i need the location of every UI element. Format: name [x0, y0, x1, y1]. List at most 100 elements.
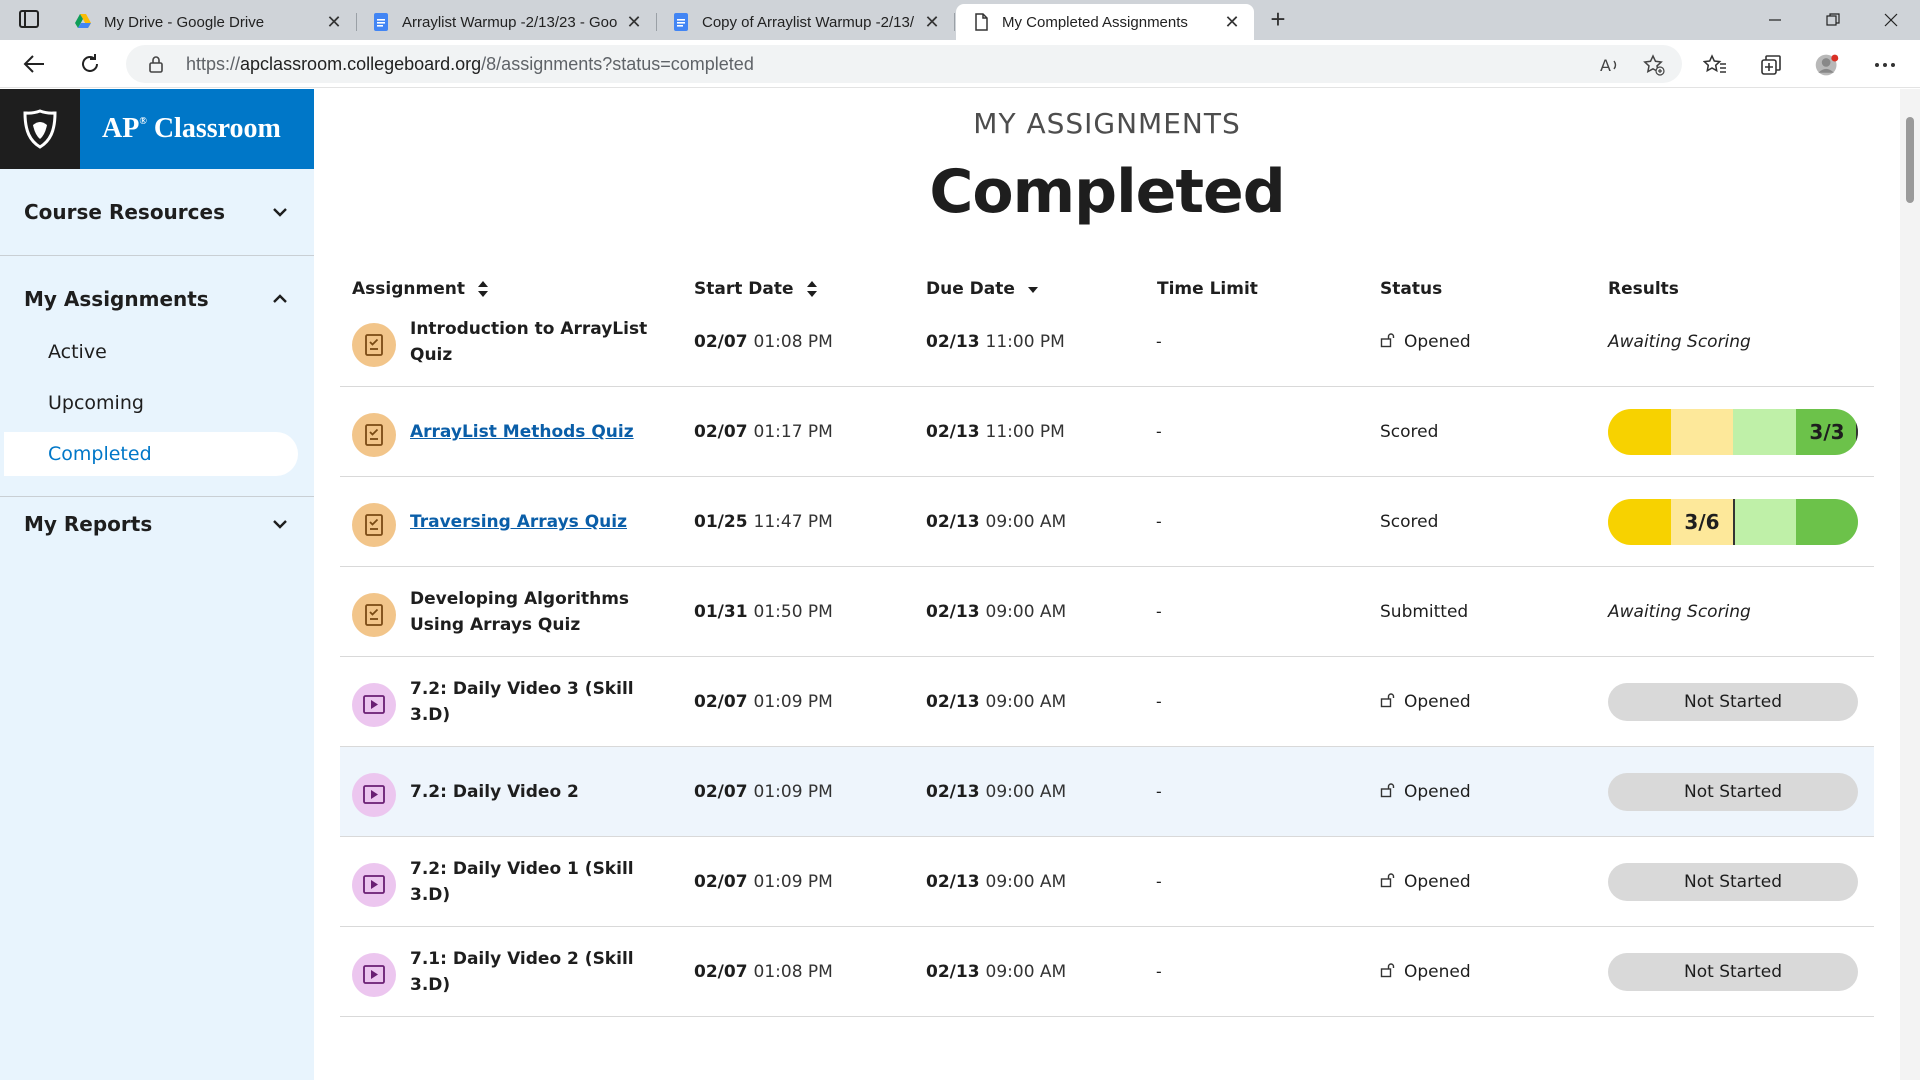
- chevron-up-icon: [273, 294, 287, 303]
- header-assignment[interactable]: Assignment: [352, 279, 489, 299]
- sidebar-item-course-resources[interactable]: Course Resources: [0, 187, 314, 237]
- header-due-date[interactable]: Due Date: [926, 279, 1039, 299]
- table-row[interactable]: 7.2: Daily Video 2 02/07 01:09 PM 02/13 09:0…: [340, 747, 1874, 837]
- status-label: Submitted: [1380, 602, 1469, 622]
- profile-avatar-icon[interactable]: [1814, 52, 1840, 78]
- scrollbar[interactable]: [1900, 89, 1920, 1080]
- status-text: Scored: [1380, 477, 1438, 567]
- close-tab-icon[interactable]: ✕: [622, 10, 646, 34]
- collections-icon[interactable]: [1758, 52, 1784, 78]
- header-label: Results: [1608, 279, 1679, 299]
- due-date: 02/13 11:00 PM: [926, 332, 1065, 352]
- tab-title: Arraylist Warmup -2/13/23 - Goo: [402, 13, 618, 31]
- status-label: Opened: [1404, 872, 1471, 892]
- sidebar-divider: [0, 255, 314, 256]
- due-date: 02/13 09:00 AM: [926, 872, 1067, 892]
- minimize-icon[interactable]: [1752, 6, 1798, 34]
- header-start-date[interactable]: Start Date: [694, 279, 818, 299]
- status-text: Submitted: [1380, 567, 1468, 657]
- table-row[interactable]: 7.2: Daily Video 1 (Skill 3.D) 02/07 01:09…: [340, 837, 1874, 927]
- sidebar-item-my-assignments[interactable]: My Assignments: [0, 274, 314, 324]
- status-text: Opened: [1380, 837, 1471, 927]
- result-cell: Not Started: [1608, 657, 1858, 747]
- result-cell: Awaiting Scoring: [1608, 567, 1751, 657]
- status-text: Scored: [1380, 387, 1438, 477]
- read-aloud-icon[interactable]: A: [1598, 53, 1622, 77]
- restore-icon[interactable]: [1810, 6, 1856, 34]
- sidebar-item-active[interactable]: Active: [4, 330, 298, 374]
- header-label: Time Limit: [1157, 279, 1258, 299]
- assignment-name: 7.2: Daily Video 3 (Skill 3.D): [410, 679, 634, 725]
- svg-text:A: A: [1600, 56, 1611, 75]
- close-tab-icon[interactable]: ✕: [920, 10, 944, 34]
- brand-name: AP ® Classroom: [80, 89, 314, 169]
- due-date: 02/13 09:00 AM: [926, 962, 1067, 982]
- sidebar-item-my-reports[interactable]: My Reports: [0, 499, 314, 549]
- page-eyebrow: MY ASSIGNMENTS: [973, 107, 1241, 140]
- status-text: Opened: [1380, 927, 1471, 1017]
- sidebar-item-label: My Assignments: [24, 287, 209, 311]
- sidebar: AP ® Classroom Course Resources My Assign…: [0, 89, 314, 1080]
- more-menu-icon[interactable]: [1872, 52, 1898, 78]
- favorites-icon[interactable]: [1702, 52, 1728, 78]
- table-row[interactable]: Introduction to ArrayList Quiz 02/07 01:08…: [340, 297, 1874, 387]
- table-row[interactable]: ArrayList Methods Quiz 02/07 01:17 PM 02/13…: [340, 387, 1874, 477]
- chevron-down-icon: [273, 208, 287, 217]
- refresh-icon[interactable]: [74, 50, 106, 78]
- browser-tab-bar: My Drive - Google Drive ✕ Arraylist Warm…: [0, 0, 1920, 40]
- table-row[interactable]: Developing Algorithms Using Arrays Quiz 0…: [340, 567, 1874, 657]
- not-started-button[interactable]: Not Started: [1608, 773, 1858, 811]
- lock-icon[interactable]: [148, 55, 164, 78]
- close-tab-icon[interactable]: ✕: [1220, 10, 1244, 34]
- not-started-button[interactable]: Not Started: [1608, 953, 1858, 991]
- result-cell: 3/6: [1608, 477, 1858, 567]
- tab-my-completed-assignments[interactable]: My Completed Assignments ✕: [956, 4, 1254, 40]
- start-date: 02/07 01:09 PM: [694, 692, 833, 712]
- scrollbar-thumb[interactable]: [1906, 117, 1914, 203]
- header-label: Due Date: [926, 279, 1015, 299]
- unlocked-icon: [1380, 782, 1404, 803]
- time-limit: -: [1156, 422, 1162, 441]
- google-docs-icon: [372, 13, 390, 31]
- not-started-button[interactable]: Not Started: [1608, 863, 1858, 901]
- url-field[interactable]: https://apclassroom.collegeboard.org/8/a…: [126, 45, 1682, 83]
- table-row[interactable]: 7.1: Daily Video 2 (Skill 3.D) 02/07 01:08…: [340, 927, 1874, 1017]
- back-icon[interactable]: [18, 50, 50, 78]
- time-limit: -: [1156, 962, 1162, 981]
- new-tab-button[interactable]: +: [1264, 6, 1292, 34]
- url-text: https://apclassroom.collegeboard.org/8/a…: [186, 54, 754, 74]
- tab-copy-arraylist-warmup[interactable]: Copy of Arraylist Warmup -2/13/ ✕: [656, 4, 955, 40]
- add-favorite-icon[interactable]: [1642, 53, 1666, 77]
- score-bar-segment: [1795, 499, 1858, 545]
- tab-google-drive[interactable]: My Drive - Google Drive ✕: [58, 4, 357, 40]
- result-cell: Not Started: [1608, 927, 1858, 1017]
- score-bar[interactable]: 3/6: [1608, 499, 1858, 545]
- sidebar-item-upcoming[interactable]: Upcoming: [4, 381, 298, 425]
- google-drive-icon: [74, 13, 92, 31]
- sidebar-item-completed[interactable]: Completed: [4, 432, 298, 476]
- tab-arraylist-warmup[interactable]: Arraylist Warmup -2/13/23 - Goo ✕: [356, 4, 657, 40]
- video-play-icon: [352, 773, 396, 817]
- start-date: 02/07 01:09 PM: [694, 872, 833, 892]
- page-icon: [972, 13, 990, 31]
- tab-actions-icon[interactable]: [18, 9, 42, 31]
- tab-title: My Drive - Google Drive: [104, 13, 265, 31]
- score-bar-segment: [1608, 409, 1671, 455]
- table-row[interactable]: 7.2: Daily Video 3 (Skill 3.D) 02/07 01:09…: [340, 657, 1874, 747]
- status-label: Opened: [1404, 692, 1471, 712]
- assignment-link[interactable]: Traversing Arrays Quiz: [410, 477, 660, 567]
- table-row[interactable]: Traversing Arrays Quiz 01/25 11:47 PM 02/13…: [340, 477, 1874, 567]
- score-bar-segment: [1670, 409, 1733, 455]
- video-play-icon: [352, 863, 396, 907]
- not-started-button[interactable]: Not Started: [1608, 683, 1858, 721]
- ap-classroom-logo[interactable]: AP ® Classroom: [0, 89, 314, 169]
- time-limit: -: [1156, 782, 1162, 801]
- score-bar[interactable]: 3/3: [1608, 409, 1858, 455]
- sidebar-item-label: My Reports: [24, 512, 153, 536]
- close-tab-icon[interactable]: ✕: [322, 10, 346, 34]
- unlocked-icon: [1380, 332, 1404, 353]
- close-window-icon[interactable]: [1868, 6, 1914, 34]
- assignment-name: Introduction to ArrayList Quiz: [410, 319, 648, 365]
- assignment-link[interactable]: ArrayList Methods Quiz: [410, 387, 660, 477]
- status-label: Opened: [1404, 332, 1471, 352]
